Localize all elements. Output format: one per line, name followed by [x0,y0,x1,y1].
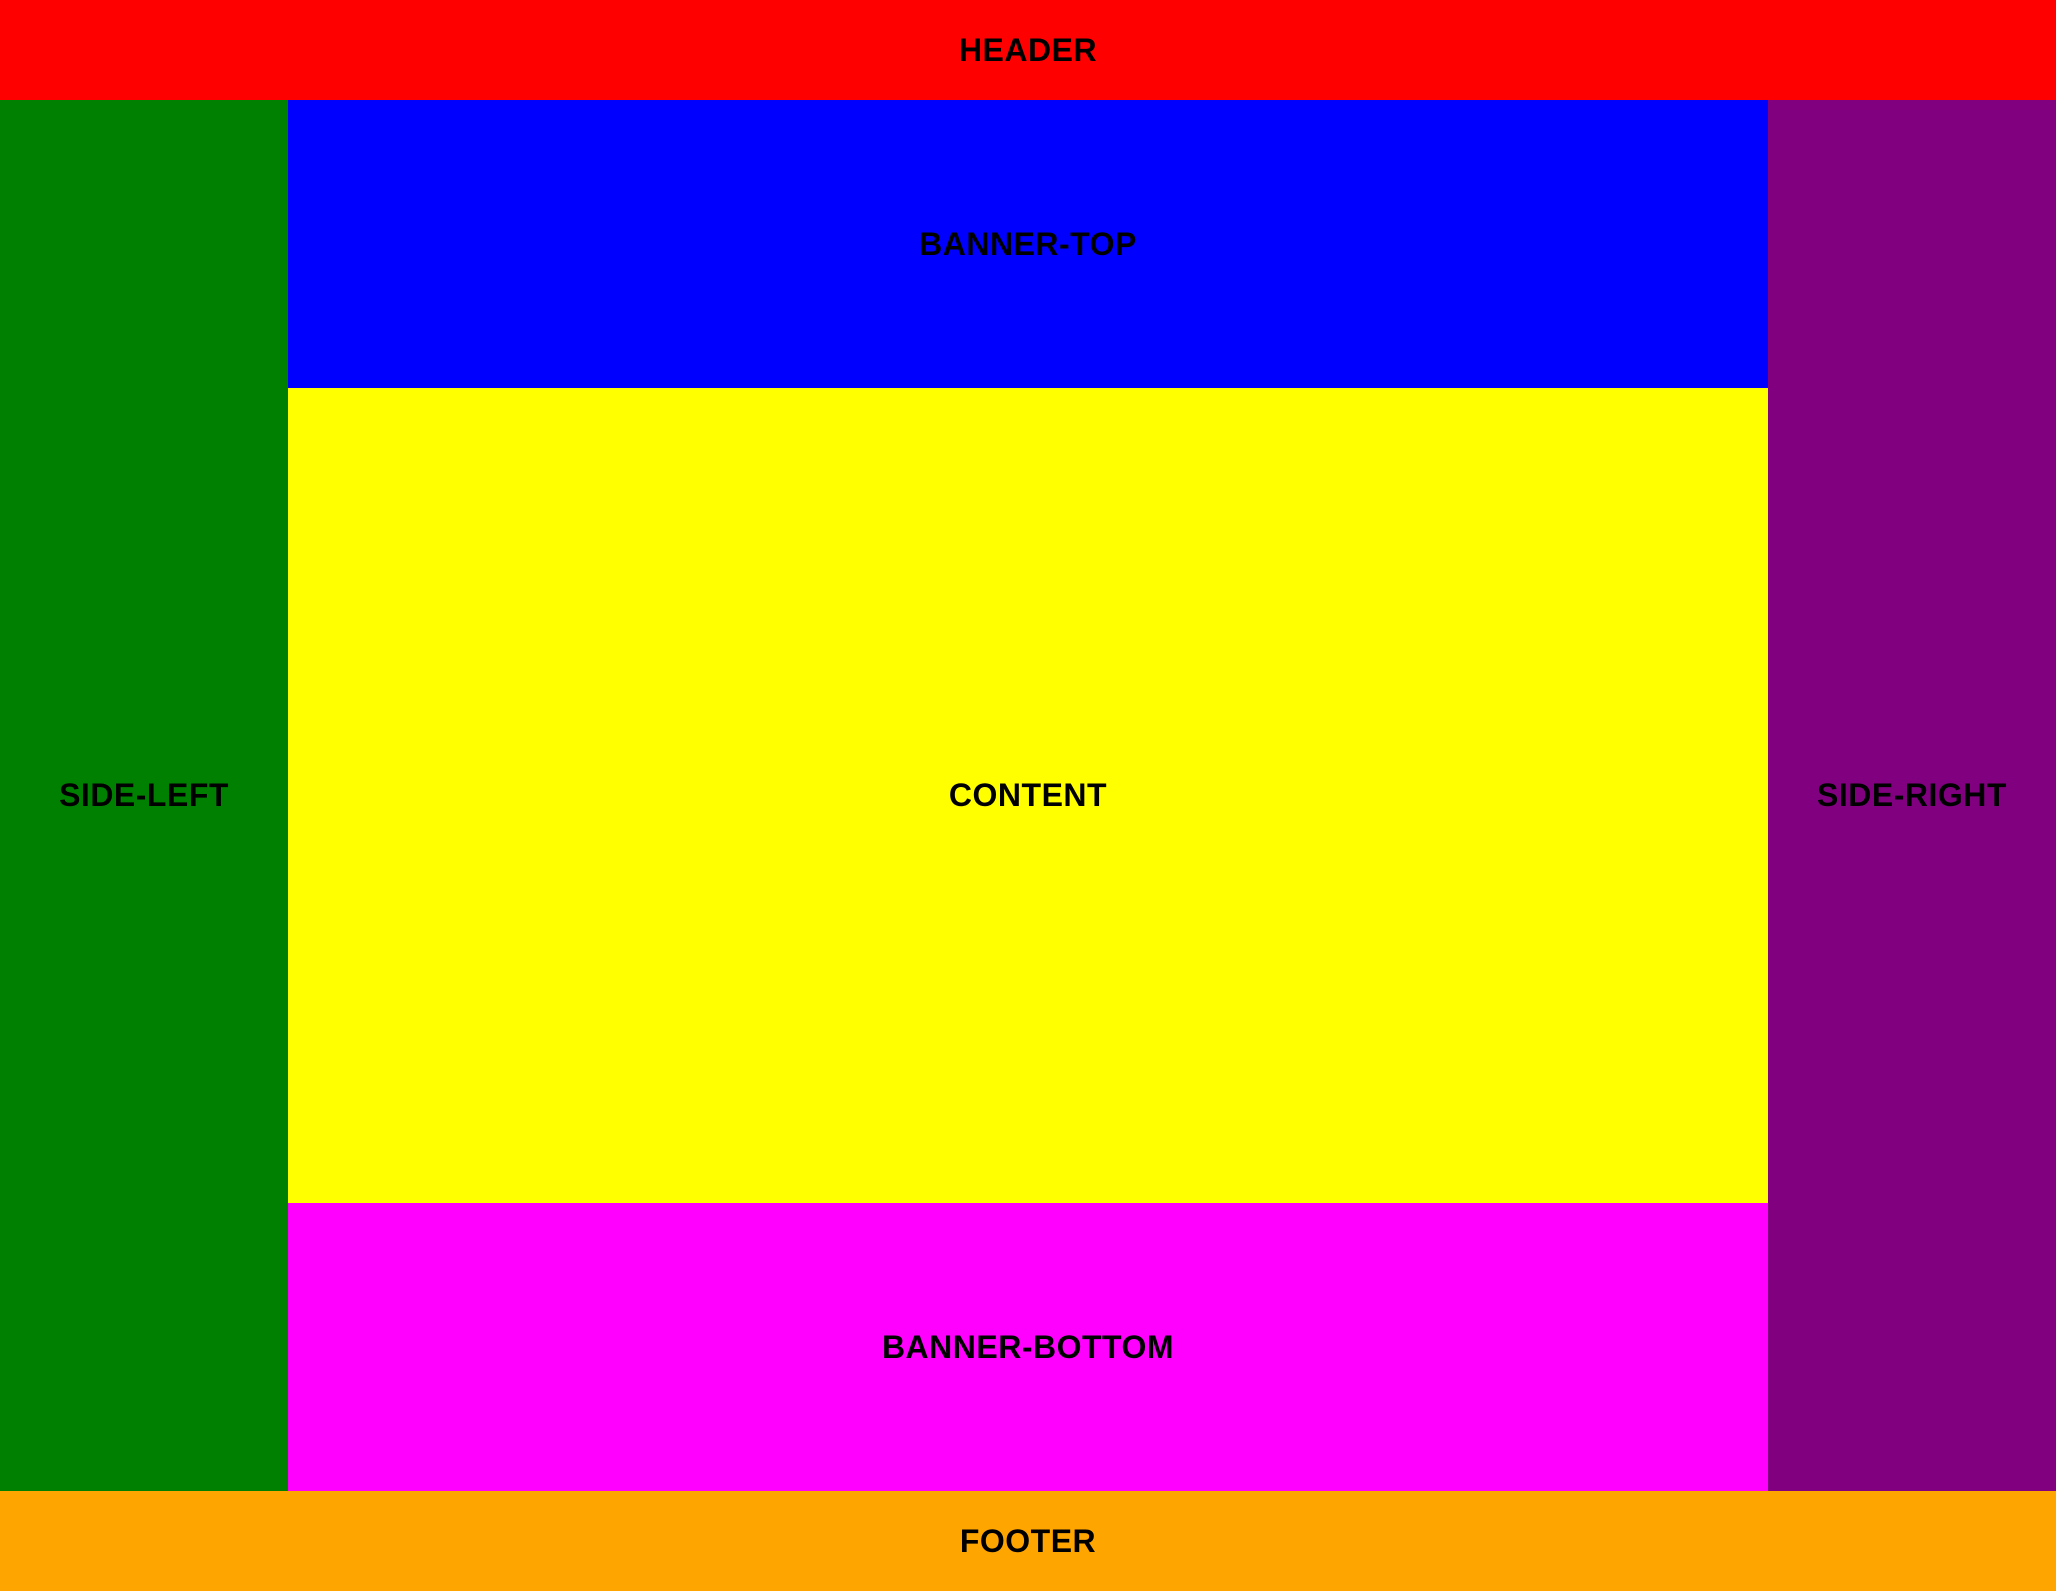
banner-top-label: BANNER-TOP [919,225,1137,262]
content-region: CONTENT [288,388,1768,1203]
side-left-region: SIDE-LEFT [0,100,288,1491]
side-left-label: SIDE-LEFT [59,777,229,813]
page-layout: HEADER SIDE-LEFT BANNER-TOP CONTENT BANN… [0,0,2056,1591]
side-right-region: SIDE-RIGHT [1768,100,2056,1491]
banner-bottom-label: BANNER-BOTTOM [881,1328,1175,1365]
header-label: HEADER [958,31,1098,68]
header-region: HEADER [0,0,2056,100]
footer-label: FOOTER [959,1522,1097,1559]
footer-region: FOOTER [0,1491,2056,1591]
banner-bottom-region: BANNER-BOTTOM [288,1203,1768,1491]
side-right-label: SIDE-RIGHT [1817,777,2007,813]
content-label: CONTENT [948,777,1108,813]
banner-top-region: BANNER-TOP [288,100,1768,388]
